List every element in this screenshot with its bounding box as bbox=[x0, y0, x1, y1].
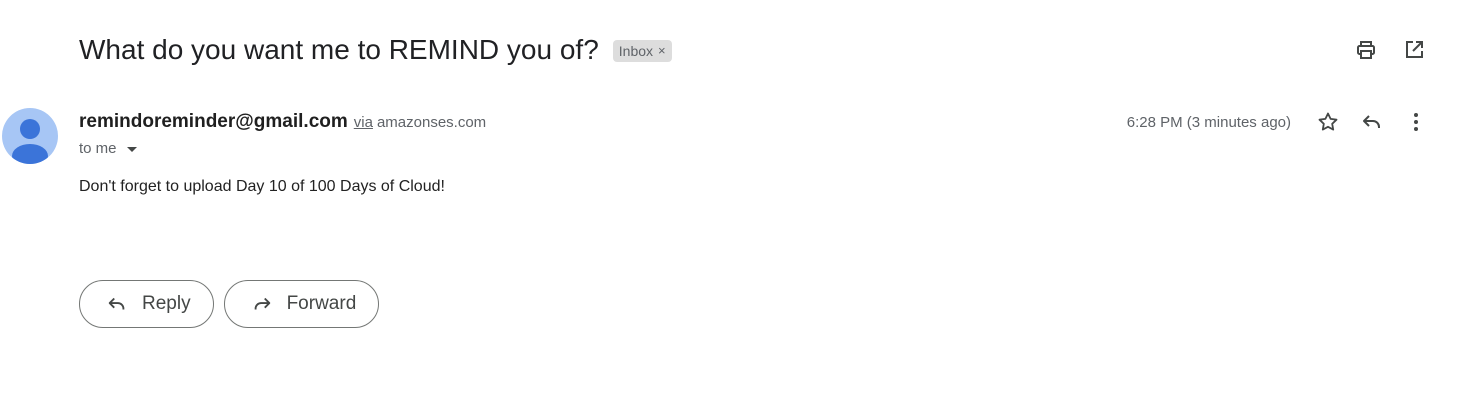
email-view: What do you want me to REMIND you of? In… bbox=[0, 0, 1457, 419]
reply-button-label: Reply bbox=[142, 293, 191, 314]
chevron-down-icon bbox=[126, 147, 137, 152]
reply-forward-actions: Reply Forward bbox=[79, 280, 380, 328]
email-body: Don't forget to upload Day 10 of 100 Day… bbox=[79, 178, 445, 195]
sender-avatar[interactable] bbox=[2, 108, 58, 164]
email-subject: What do you want me to REMIND you of? bbox=[79, 34, 599, 65]
inbox-label-chip[interactable]: Inbox × bbox=[612, 40, 672, 62]
star-icon[interactable] bbox=[1315, 109, 1341, 135]
print-icon[interactable] bbox=[1353, 37, 1379, 63]
reply-icon bbox=[106, 293, 128, 315]
remove-label-icon[interactable]: × bbox=[658, 40, 666, 62]
forward-button[interactable]: Forward bbox=[223, 280, 380, 328]
forward-button-label: Forward bbox=[286, 293, 357, 314]
recipient-details-toggle[interactable]: to me bbox=[79, 140, 137, 157]
more-vert-icon[interactable] bbox=[1403, 109, 1429, 135]
reply-icon[interactable] bbox=[1359, 109, 1385, 135]
reply-button[interactable]: Reply bbox=[79, 280, 214, 328]
sender-email[interactable]: remindoreminder@gmail.com bbox=[79, 111, 348, 133]
open-in-new-window-icon[interactable] bbox=[1401, 37, 1427, 63]
via-link[interactable]: via bbox=[354, 114, 373, 131]
sender-line: remindoreminder@gmail.com via amazonses.… bbox=[79, 111, 486, 133]
forward-icon bbox=[251, 293, 273, 315]
subject-row: What do you want me to REMIND you of? In… bbox=[79, 30, 672, 70]
thread-actions bbox=[1353, 37, 1427, 63]
message-timestamp: 6:28 PM (3 minutes ago) bbox=[1126, 113, 1291, 131]
via-domain: amazonses.com bbox=[376, 114, 487, 131]
message-meta: 6:28 PM (3 minutes ago) bbox=[1127, 109, 1429, 135]
recipient-text: to me bbox=[79, 140, 117, 157]
label-chip-text: Inbox bbox=[618, 43, 654, 59]
